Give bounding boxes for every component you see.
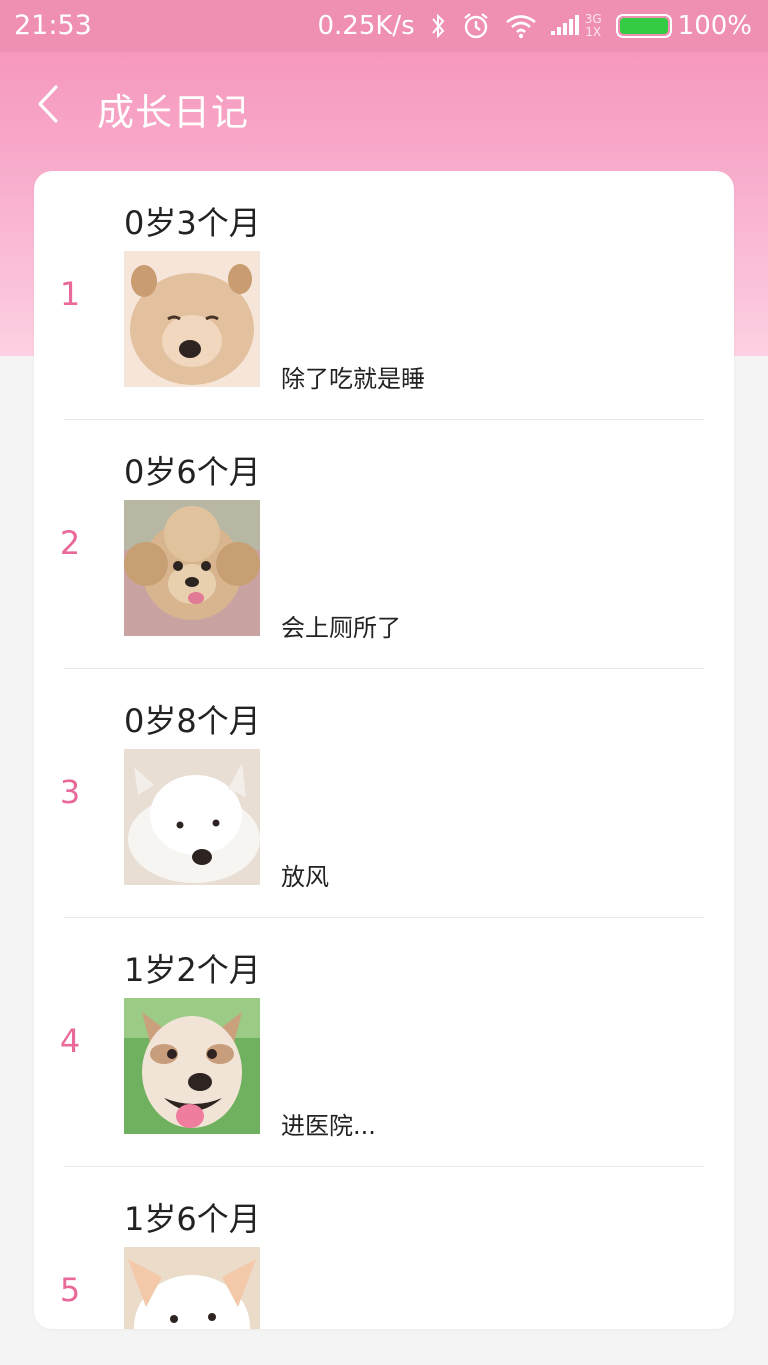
entry-age: 0岁3个月 (124, 204, 261, 242)
signal-icon (550, 14, 581, 38)
white-dog-photo[interactable] (124, 1247, 260, 1329)
status-bar: 21:53 0.25K/s 3G 1X 100% (0, 0, 768, 52)
westie-photo[interactable] (124, 749, 260, 885)
page-title: 成长日记 (97, 91, 249, 134)
battery-icon (615, 14, 672, 38)
network-type: 3G 1X (584, 12, 602, 39)
entry-index: 4 (59, 1022, 81, 1060)
entry-index: 5 (59, 1271, 81, 1309)
diary-entry[interactable]: 3 0岁8个月 放风 (34, 669, 734, 918)
diary-entry[interactable]: 4 1岁2个月 进医院... (34, 918, 734, 1167)
entry-index: 3 (59, 773, 81, 811)
battery-percent: 100% (677, 11, 752, 41)
entry-index: 1 (59, 275, 81, 313)
diary-entry[interactable]: 1 0岁3个月 除了吃就是睡 (34, 171, 734, 420)
entry-age: 0岁6个月 (124, 453, 261, 491)
diary-entry[interactable]: 5 1岁6个月 (34, 1167, 734, 1329)
entry-note: 除了吃就是睡 (281, 365, 425, 393)
entry-age: 1岁2个月 (124, 951, 261, 989)
status-icons: 0.25K/s 3G 1X 100% (317, 8, 752, 44)
chevron-left-icon (38, 85, 58, 123)
cell-signal: 3G 1X (550, 12, 602, 39)
battery-fill (619, 18, 668, 34)
app-bar: 成长日记 (0, 52, 768, 156)
wifi-icon (505, 13, 537, 39)
entry-index: 2 (59, 524, 81, 562)
alarm-icon (461, 11, 491, 41)
battery-indicator: 100% (615, 11, 752, 41)
shiba-dog-photo[interactable] (124, 998, 260, 1134)
entry-age: 0岁8个月 (124, 702, 261, 740)
entry-note: 会上厕所了 (281, 614, 401, 642)
network-speed: 0.25K/s (317, 11, 415, 41)
diary-entry[interactable]: 2 0岁6个月 会上厕所了 (34, 420, 734, 669)
status-time: 21:53 (14, 10, 92, 41)
diary-list: 1 0岁3个月 除了吃就是睡 2 0岁6个月 会上厕所了 3 0岁8个月 放风 … (34, 171, 734, 1329)
entry-note: 放风 (281, 863, 329, 891)
chow-puppy-photo[interactable] (124, 251, 260, 387)
entry-age: 1岁6个月 (124, 1200, 261, 1238)
poodle-photo[interactable] (124, 500, 260, 636)
entry-note: 进医院... (281, 1112, 376, 1140)
back-button[interactable] (24, 74, 72, 134)
bluetooth-icon (429, 12, 447, 40)
